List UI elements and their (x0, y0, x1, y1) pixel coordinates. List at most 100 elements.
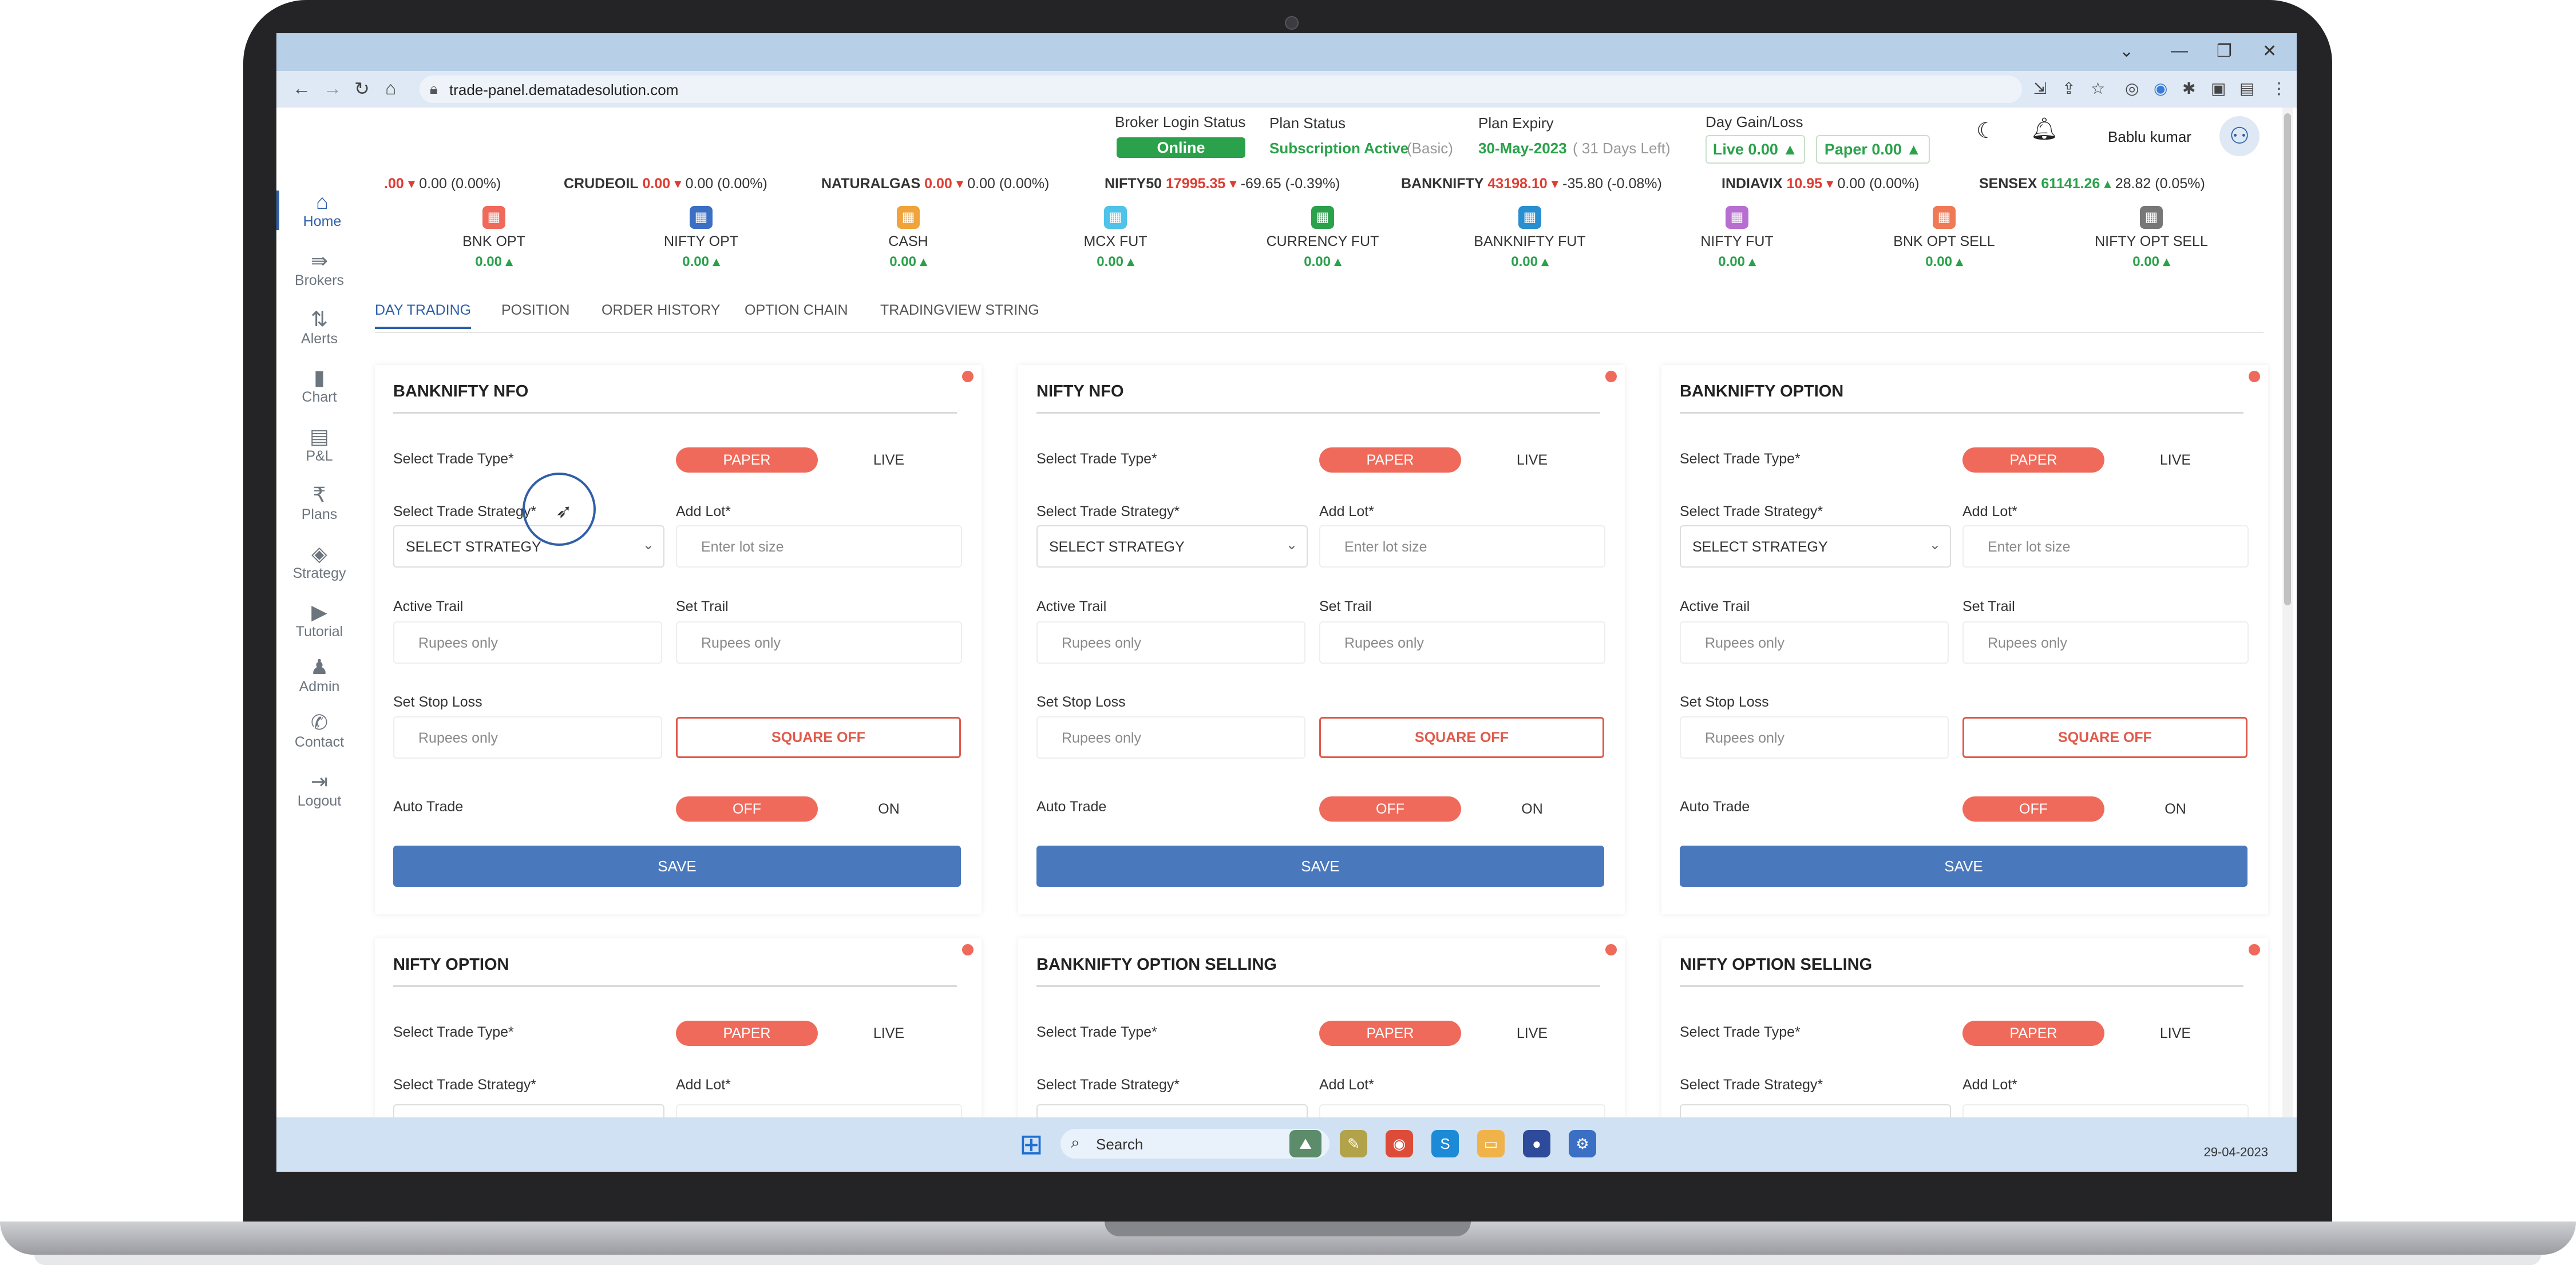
notification-bell-icon[interactable]: 🔔︎ (2031, 117, 2058, 142)
sidebar-item-pnl[interactable]: ▤ P&L (276, 425, 362, 465)
auto-off-option[interactable]: OFF (676, 796, 818, 822)
back-icon[interactable]: ← (292, 78, 311, 99)
taskbar-settings-icon[interactable]: ⚙ (1569, 1130, 1596, 1157)
paper-option[interactable]: PAPER (1962, 1021, 2104, 1046)
tab-order-history[interactable]: ORDER HISTORY (602, 302, 720, 319)
sidebar-item-strategy[interactable]: ◈ Strategy (276, 542, 362, 582)
tab-tradingview-string[interactable]: TRADINGVIEW STRING (880, 302, 1039, 319)
menu-icon[interactable]: ⋮ (2271, 79, 2287, 98)
set-trail-input[interactable]: Rupees only (1962, 621, 2249, 664)
paper-option[interactable]: PAPER (676, 447, 818, 473)
lot-size-input[interactable]: Enter lot size (1962, 525, 2249, 568)
trade-type-toggle[interactable]: PAPER LIVE (1962, 1018, 2246, 1048)
save-button[interactable]: SAVE (1036, 846, 1604, 887)
set-trail-input[interactable]: Rupees only (1319, 621, 1605, 664)
strategy-select[interactable]: SELECT STRATEGY ⌄ (1036, 525, 1308, 568)
taskbar-notes-icon[interactable]: ✎ (1340, 1130, 1367, 1157)
trade-type-toggle[interactable]: PAPER LIVE (1319, 1018, 1603, 1048)
active-trail-input[interactable]: Rupees only (393, 621, 662, 664)
stop-loss-input[interactable]: Rupees only (393, 716, 662, 759)
sidebar-icon[interactable]: ▣ (2211, 79, 2226, 98)
trade-type-toggle[interactable]: PAPER LIVE (1962, 445, 2246, 475)
segment-item[interactable]: ▦ NIFTY OPT 0.00 ▴ (638, 206, 764, 270)
sidebar-item-home[interactable]: ⌂ Home (276, 191, 365, 230)
auto-trade-toggle[interactable]: OFF ON (1319, 794, 1603, 824)
active-trail-input[interactable]: Rupees only (1680, 621, 1949, 664)
auto-on-option[interactable]: ON (818, 796, 960, 822)
profile-icon[interactable]: ▤ (2239, 79, 2254, 98)
tab-option-chain[interactable]: OPTION CHAIN (745, 302, 848, 319)
auto-off-option[interactable]: OFF (1962, 796, 2104, 822)
stop-loss-input[interactable]: Rupees only (1680, 716, 1949, 759)
avatar[interactable]: ⚇ (2219, 116, 2260, 156)
install-icon[interactable]: ⇲ (2033, 79, 2047, 98)
address-bar[interactable]: 🔒︎ trade-panel.dematadesolution.com (420, 76, 2022, 103)
taskbar-skype-icon[interactable]: S (1431, 1130, 1459, 1157)
live-option[interactable]: LIVE (818, 447, 960, 473)
paper-option[interactable]: PAPER (1319, 1021, 1461, 1046)
scrollbar-thumb[interactable] (2284, 113, 2291, 605)
segment-item[interactable]: ▦ MCX FUT 0.00 ▴ (1052, 206, 1178, 270)
save-button[interactable]: SAVE (1680, 846, 2247, 887)
taskbar-chrome-icon[interactable]: ◉ (1386, 1130, 1413, 1157)
sidebar-item-admin[interactable]: ♟ Admin (276, 656, 362, 695)
strategy-select[interactable]: SELECT STRATEGY ⌄ (1680, 525, 1951, 568)
live-option[interactable]: LIVE (818, 1021, 960, 1046)
square-off-button[interactable]: SQUARE OFF (1319, 717, 1604, 758)
extension-icon-2[interactable]: ◉ (2154, 79, 2167, 98)
trade-type-toggle[interactable]: PAPER LIVE (676, 445, 960, 475)
segment-item[interactable]: ▦ BNK OPT 0.00 ▴ (431, 206, 557, 270)
sidebar-item-logout[interactable]: ⇥ Logout (276, 770, 362, 810)
sidebar-item-chart[interactable]: ▮ Chart (276, 366, 362, 406)
auto-on-option[interactable]: ON (2104, 796, 2246, 822)
taskbar-folder-icon[interactable]: ▭ (1477, 1130, 1505, 1157)
live-option[interactable]: LIVE (1461, 1021, 1603, 1046)
live-option[interactable]: LIVE (2104, 447, 2246, 473)
live-option[interactable]: LIVE (2104, 1021, 2246, 1046)
tab-position[interactable]: POSITION (501, 302, 569, 319)
share-icon[interactable]: ⇪ (2062, 79, 2075, 98)
dark-mode-icon[interactable]: ☾ (1976, 118, 1996, 144)
trade-type-toggle[interactable]: PAPER LIVE (1319, 445, 1603, 475)
auto-on-option[interactable]: ON (1461, 796, 1603, 822)
sidebar-item-alerts[interactable]: ⇅ Alerts (276, 308, 362, 347)
paper-option[interactable]: PAPER (676, 1021, 818, 1046)
segment-item[interactable]: ▦ NIFTY FUT 0.00 ▴ (1674, 206, 1800, 270)
paper-option[interactable]: PAPER (1962, 447, 2104, 473)
stop-loss-input[interactable]: Rupees only (1036, 716, 1305, 759)
tab-day-trading[interactable]: DAY TRADING (375, 302, 472, 329)
page-scrollbar[interactable] (2282, 108, 2293, 1117)
trade-type-toggle[interactable]: PAPER LIVE (676, 1018, 960, 1048)
reload-icon[interactable]: ↻ (354, 78, 370, 100)
auto-trade-toggle[interactable]: OFF ON (676, 794, 960, 824)
taskbar-widget-icon[interactable]: ⛰ (1289, 1130, 1321, 1157)
close-icon[interactable]: ✕ (2262, 41, 2277, 61)
segment-item[interactable]: ▦ BNK OPT SELL 0.00 ▴ (1881, 206, 2007, 270)
lot-size-input[interactable]: Enter lot size (1319, 525, 1605, 568)
forward-icon[interactable]: → (323, 78, 342, 99)
square-off-button[interactable]: SQUARE OFF (676, 717, 961, 758)
save-button[interactable]: SAVE (393, 846, 961, 887)
segment-item[interactable]: ▦ CASH 0.00 ▴ (845, 206, 971, 270)
windows-start-icon[interactable]: ⊞ (1019, 1128, 1043, 1161)
live-option[interactable]: LIVE (1461, 447, 1603, 473)
segment-item[interactable]: ▦ CURRENCY FUT 0.00 ▴ (1260, 206, 1386, 270)
sidebar-item-tutorial[interactable]: ▶ Tutorial (276, 601, 362, 640)
segment-item[interactable]: ▦ NIFTY OPT SELL 0.00 ▴ (2088, 206, 2214, 270)
extension-icon[interactable]: ◎ (2125, 79, 2139, 98)
minimize-icon[interactable]: — (2171, 41, 2188, 61)
sidebar-item-plans[interactable]: ₹ Plans (276, 483, 362, 523)
square-off-button[interactable]: SQUARE OFF (1962, 717, 2247, 758)
set-trail-input[interactable]: Rupees only (676, 621, 962, 664)
active-trail-input[interactable]: Rupees only (1036, 621, 1305, 664)
home-browser-icon[interactable]: ⌂ (385, 78, 396, 99)
lot-size-input[interactable]: Enter lot size (676, 525, 962, 568)
paper-option[interactable]: PAPER (1319, 447, 1461, 473)
sidebar-item-brokers[interactable]: ⇛ Brokers (276, 249, 362, 289)
sidebar-item-contact[interactable]: ✆ Contact (276, 711, 362, 751)
segment-item[interactable]: ▦ BANKNIFTY FUT 0.00 ▴ (1467, 206, 1593, 270)
auto-off-option[interactable]: OFF (1319, 796, 1461, 822)
bookmark-star-icon[interactable]: ☆ (2091, 79, 2105, 98)
puzzle-icon[interactable]: ✱ (2182, 79, 2195, 98)
auto-trade-toggle[interactable]: OFF ON (1962, 794, 2246, 824)
